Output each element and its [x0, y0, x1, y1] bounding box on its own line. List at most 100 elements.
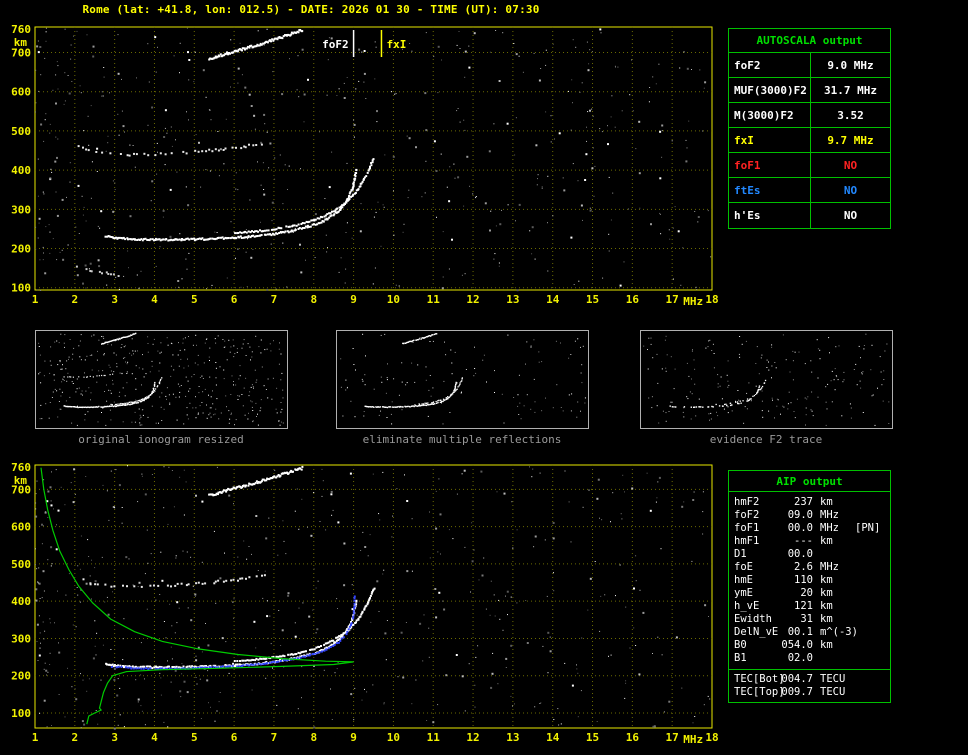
svg-text:200: 200 — [11, 670, 31, 683]
aip-unit: TECU — [820, 673, 846, 685]
svg-text:14: 14 — [546, 293, 560, 306]
aip-note — [855, 652, 890, 665]
svg-text:12: 12 — [466, 731, 479, 744]
aip-value: 237 — [794, 496, 813, 508]
top-e-region-scatter — [75, 265, 120, 277]
autoscala-window: Rome (lat: +41.8, lon: 012.5) - DATE: 20… — [0, 0, 968, 755]
aip-unit — [813, 652, 855, 665]
svg-text:1: 1 — [32, 731, 39, 744]
aip-row-b1: B1 02.0 — [729, 652, 890, 665]
aip-note — [855, 600, 890, 613]
param-label: foF1 — [729, 153, 811, 177]
svg-text:10: 10 — [387, 731, 400, 744]
aip-tec-rows: TEC[Bot] 004.7 TECU TEC[Top] 009.7 TECU — [729, 673, 890, 699]
bot-noise-dots — [35, 465, 711, 730]
svg-text:200: 200 — [11, 243, 31, 256]
aip-param: ymE — [734, 587, 753, 599]
param-value: 9.0 MHz — [827, 59, 874, 72]
param-label: MUF(3000)F2 — [729, 78, 811, 102]
aip-param: h_vE — [734, 600, 760, 612]
bot-fitted-f2-trace — [110, 595, 356, 671]
svg-text:760: 760 — [11, 23, 31, 36]
svg-text:600: 600 — [11, 521, 31, 534]
aip-note — [855, 613, 890, 626]
aip-unit: km — [820, 600, 833, 612]
aip-note — [855, 509, 890, 522]
svg-text:5: 5 — [191, 731, 198, 744]
param-label: foF2 — [729, 53, 811, 77]
svg-text:14: 14 — [546, 731, 560, 744]
svg-text:MHz: MHz — [683, 295, 703, 308]
aip-row-hme: hmE 110 km — [729, 574, 890, 587]
svg-text:5: 5 — [191, 293, 198, 306]
top-oblique-top-trace — [208, 29, 304, 61]
thumbnail-caption-evidence: evidence F2 trace — [709, 433, 823, 446]
svg-text:km: km — [14, 36, 28, 49]
aip-note — [855, 587, 890, 600]
aip-output-table: AIP output hmF2 237 km foF2 09.0 MHz foF1 00.0 M… — [728, 470, 891, 703]
svg-text:17: 17 — [666, 731, 679, 744]
svg-text:13: 13 — [506, 731, 519, 744]
aip-unit: MHz — [820, 509, 839, 521]
aip-param: Ewidth — [734, 613, 772, 625]
svg-text:16: 16 — [626, 731, 640, 744]
aip-row-tec-top: TEC[Top] 009.7 TECU — [729, 686, 890, 699]
aip-row-hmf2: hmF2 237 km — [729, 496, 890, 509]
aip-value: 121 — [794, 600, 813, 612]
aip-param: B0 — [734, 639, 747, 651]
aip-note — [855, 535, 890, 548]
aip-value: 02.0 — [787, 652, 813, 664]
svg-text:9: 9 — [350, 731, 357, 744]
svg-text:km: km — [14, 474, 28, 487]
aip-value: 09.0 — [787, 509, 813, 521]
bot-electron-density-profile — [40, 467, 354, 725]
aip-note — [855, 548, 890, 561]
aip-unit: MHz — [820, 522, 839, 534]
svg-text:9: 9 — [350, 293, 357, 306]
aip-note — [855, 574, 890, 587]
aip-value: 00.1 — [787, 626, 813, 638]
svg-text:11: 11 — [427, 293, 441, 306]
thumbnail-caption-eliminate: eliminate multiple reflections — [362, 433, 562, 446]
top-f2-extraordinary-trace — [234, 158, 375, 235]
aip-row-h-ve: h_vE 121 km — [729, 600, 890, 613]
param-label: h'Es — [729, 203, 811, 228]
aip-note — [855, 561, 890, 574]
aip-note — [855, 496, 890, 509]
autoscala-row-h-es: h'Es NO — [729, 203, 890, 228]
aip-unit: m^(-3) — [820, 626, 858, 638]
aip-table-rows: hmF2 237 km foF2 09.0 MHz foF1 00.0 MHz [PN] hmF1 -… — [729, 496, 890, 665]
aip-param: foF2 — [734, 509, 760, 521]
aip-row-deln-ve: DelN_vE 00.1 m^(-3) — [729, 626, 890, 639]
autoscala-row-fof1: foF1 NO — [729, 153, 890, 178]
autoscala-row-fof2: foF2 9.0 MHz — [729, 53, 890, 78]
top-axis-labels: 760700600500400300200100km1 2 3 4 5 6 7 8 9 10 11 1… — [11, 23, 719, 308]
svg-text:10: 10 — [387, 293, 400, 306]
svg-text:15: 15 — [586, 293, 599, 306]
svg-text:4: 4 — [151, 731, 158, 744]
param-label: fxI — [729, 128, 811, 152]
aip-value: 00.0 — [787, 522, 813, 534]
svg-text:300: 300 — [11, 203, 31, 216]
autoscala-row-m-3000-f2: M(3000)F2 3.52 — [729, 103, 890, 128]
autoscala-output-table: AUTOSCALA output foF2 9.0 MHz MUF(3000)F2 3… — [728, 28, 891, 229]
svg-text:500: 500 — [11, 125, 31, 138]
aip-note — [855, 626, 890, 639]
aip-row-fof1: foF1 00.0 MHz [PN] — [729, 522, 890, 535]
svg-text:760: 760 — [11, 461, 31, 474]
aip-param: TEC[Top] — [734, 686, 785, 698]
svg-text:600: 600 — [11, 86, 31, 99]
aip-row-fof2: foF2 09.0 MHz — [729, 509, 890, 522]
aip-tec-separator — [729, 669, 890, 670]
aip-unit: km — [820, 639, 833, 651]
thumbnail-1 — [35, 330, 288, 429]
svg-text:3: 3 — [111, 293, 118, 306]
autoscala-row-muf-3000-f2: MUF(3000)F2 31.7 MHz — [729, 78, 890, 103]
top-f2-ordinary-trace — [104, 168, 358, 242]
aip-note — [855, 686, 890, 699]
svg-text:3: 3 — [111, 731, 118, 744]
param-value: NO — [843, 159, 858, 172]
bot-axis-labels: 760700600500400300200100km1 2 3 4 5 6 7 8 9 10 11 1… — [11, 461, 719, 746]
svg-text:MHz: MHz — [683, 733, 703, 746]
svg-text:fxI: fxI — [386, 38, 406, 51]
